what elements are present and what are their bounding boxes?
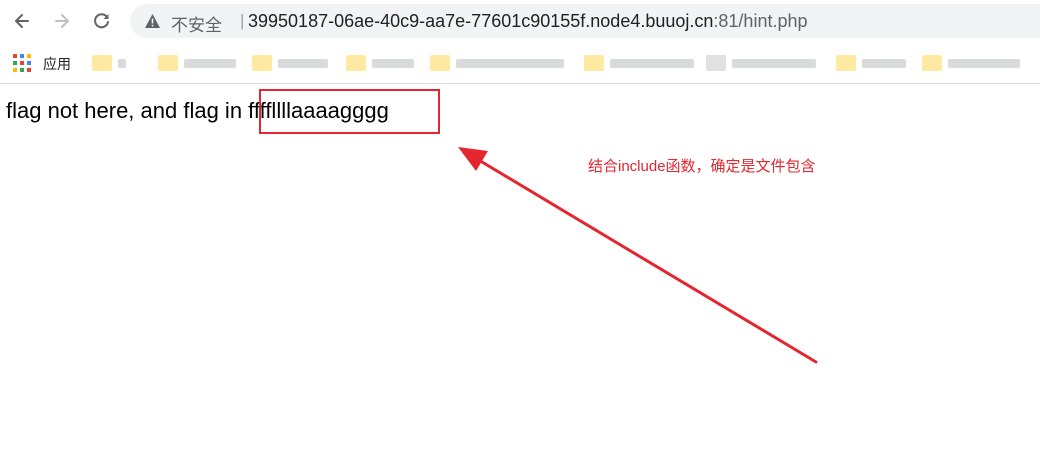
annotation-arrow <box>458 147 818 364</box>
annotation-note: 结合include函数，确定是文件包含 <box>588 158 816 175</box>
